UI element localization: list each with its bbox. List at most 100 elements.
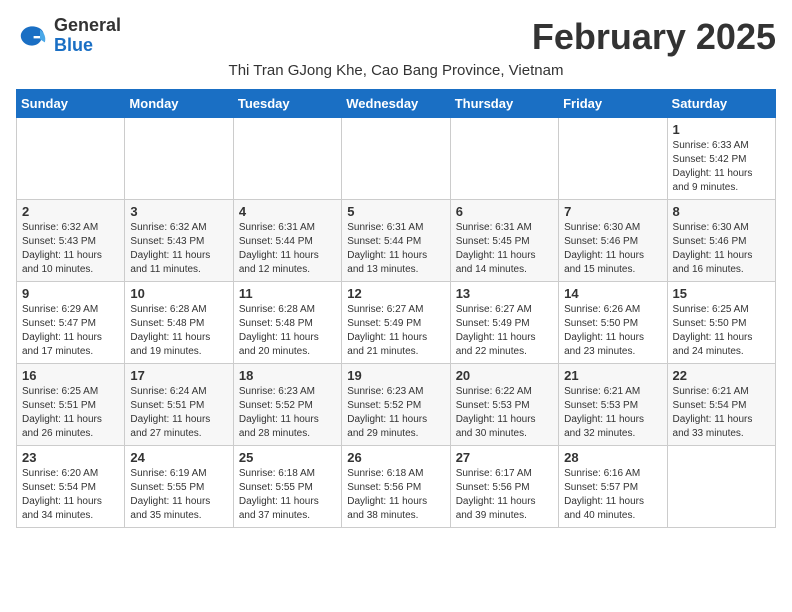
calendar-header-row: SundayMondayTuesdayWednesdayThursdayFrid…	[17, 90, 776, 118]
logo-icon	[16, 20, 48, 52]
day-info: Sunrise: 6:28 AM Sunset: 5:48 PM Dayligh…	[130, 303, 227, 359]
day-info: Sunrise: 6:22 AM Sunset: 5:53 PM Dayligh…	[456, 385, 553, 441]
day-info: Sunrise: 6:28 AM Sunset: 5:48 PM Dayligh…	[239, 303, 336, 359]
calendar-cell	[125, 118, 233, 200]
calendar-cell: 2 Sunrise: 6:32 AM Sunset: 5:43 PM Daylig…	[17, 200, 125, 282]
day-info: Sunrise: 6:19 AM Sunset: 5:55 PM Dayligh…	[130, 467, 227, 523]
calendar-cell: 18 Sunrise: 6:23 AM Sunset: 5:52 PM Dayli…	[233, 364, 341, 446]
day-info: Sunrise: 6:23 AM Sunset: 5:52 PM Dayligh…	[239, 385, 336, 441]
calendar-cell: 23Sunrise: 6:20 AM Sunset: 5:54 PM Dayli…	[17, 446, 125, 528]
column-header-saturday: Saturday	[667, 90, 775, 118]
day-info: Sunrise: 6:23 AM Sunset: 5:52 PM Dayligh…	[347, 385, 444, 441]
day-info: Sunrise: 6:25 AM Sunset: 5:50 PM Dayligh…	[673, 303, 770, 359]
calendar-cell	[342, 118, 450, 200]
calendar-week-row: 9 Sunrise: 6:29 AM Sunset: 5:47 PM Daylig…	[17, 282, 776, 364]
day-info: Sunrise: 6:30 AM Sunset: 5:46 PM Dayligh…	[673, 221, 770, 277]
calendar-cell: 17 Sunrise: 6:24 AM Sunset: 5:51 PM Dayli…	[125, 364, 233, 446]
column-header-monday: Monday	[125, 90, 233, 118]
calendar-table: SundayMondayTuesdayWednesdayThursdayFrid…	[16, 89, 776, 528]
calendar-cell: 16 Sunrise: 6:25 AM Sunset: 5:51 PM Dayli…	[17, 364, 125, 446]
calendar-cell	[450, 118, 558, 200]
day-number: 5	[347, 204, 444, 219]
day-info: Sunrise: 6:21 AM Sunset: 5:54 PM Dayligh…	[673, 385, 770, 441]
month-title: February 2025	[532, 16, 776, 58]
calendar-cell: 9 Sunrise: 6:29 AM Sunset: 5:47 PM Daylig…	[17, 282, 125, 364]
calendar-cell: 10 Sunrise: 6:28 AM Sunset: 5:48 PM Dayli…	[125, 282, 233, 364]
day-number: 20	[456, 368, 553, 383]
day-number: 25	[239, 450, 336, 465]
day-number: 19	[347, 368, 444, 383]
column-header-sunday: Sunday	[17, 90, 125, 118]
logo: General Blue	[16, 16, 121, 56]
logo-text: General Blue	[54, 16, 121, 56]
calendar-cell: 7 Sunrise: 6:30 AM Sunset: 5:46 PM Daylig…	[559, 200, 667, 282]
day-number: 9	[22, 286, 119, 301]
calendar-week-row: 2 Sunrise: 6:32 AM Sunset: 5:43 PM Daylig…	[17, 200, 776, 282]
calendar-week-row: 23Sunrise: 6:20 AM Sunset: 5:54 PM Dayli…	[17, 446, 776, 528]
day-number: 13	[456, 286, 553, 301]
day-info: Sunrise: 6:24 AM Sunset: 5:51 PM Dayligh…	[130, 385, 227, 441]
day-number: 6	[456, 204, 553, 219]
calendar-cell: 3 Sunrise: 6:32 AM Sunset: 5:43 PM Daylig…	[125, 200, 233, 282]
day-number: 23	[22, 450, 119, 465]
page-header: General Blue February 2025	[16, 16, 776, 58]
calendar-cell: 14Sunrise: 6:26 AM Sunset: 5:50 PM Dayli…	[559, 282, 667, 364]
calendar-cell: 15 Sunrise: 6:25 AM Sunset: 5:50 PM Dayli…	[667, 282, 775, 364]
day-info: Sunrise: 6:18 AM Sunset: 5:56 PM Dayligh…	[347, 467, 444, 523]
calendar-cell: 27 Sunrise: 6:17 AM Sunset: 5:56 PM Dayli…	[450, 446, 558, 528]
calendar-cell: 4 Sunrise: 6:31 AM Sunset: 5:44 PM Daylig…	[233, 200, 341, 282]
calendar-week-row: 16 Sunrise: 6:25 AM Sunset: 5:51 PM Dayli…	[17, 364, 776, 446]
day-info: Sunrise: 6:16 AM Sunset: 5:57 PM Dayligh…	[564, 467, 661, 523]
day-number: 17	[130, 368, 227, 383]
column-header-thursday: Thursday	[450, 90, 558, 118]
day-info: Sunrise: 6:27 AM Sunset: 5:49 PM Dayligh…	[347, 303, 444, 359]
day-info: Sunrise: 6:25 AM Sunset: 5:51 PM Dayligh…	[22, 385, 119, 441]
day-number: 24	[130, 450, 227, 465]
calendar-week-row: 1Sunrise: 6:33 AM Sunset: 5:42 PM Daylig…	[17, 118, 776, 200]
day-number: 27	[456, 450, 553, 465]
day-number: 11	[239, 286, 336, 301]
calendar-cell: 28 Sunrise: 6:16 AM Sunset: 5:57 PM Dayli…	[559, 446, 667, 528]
day-number: 2	[22, 204, 119, 219]
calendar-cell: 25 Sunrise: 6:18 AM Sunset: 5:55 PM Dayli…	[233, 446, 341, 528]
day-number: 18	[239, 368, 336, 383]
column-header-wednesday: Wednesday	[342, 90, 450, 118]
day-info: Sunrise: 6:17 AM Sunset: 5:56 PM Dayligh…	[456, 467, 553, 523]
calendar-cell: 26Sunrise: 6:18 AM Sunset: 5:56 PM Dayli…	[342, 446, 450, 528]
day-number: 15	[673, 286, 770, 301]
day-info: Sunrise: 6:31 AM Sunset: 5:45 PM Dayligh…	[456, 221, 553, 277]
day-info: Sunrise: 6:30 AM Sunset: 5:46 PM Dayligh…	[564, 221, 661, 277]
calendar-cell	[667, 446, 775, 528]
calendar-cell: 12Sunrise: 6:27 AM Sunset: 5:49 PM Dayli…	[342, 282, 450, 364]
column-header-tuesday: Tuesday	[233, 90, 341, 118]
day-info: Sunrise: 6:21 AM Sunset: 5:53 PM Dayligh…	[564, 385, 661, 441]
subtitle: Thi Tran GJong Khe, Cao Bang Province, V…	[16, 62, 776, 79]
day-info: Sunrise: 6:31 AM Sunset: 5:44 PM Dayligh…	[347, 221, 444, 277]
calendar-cell: 1Sunrise: 6:33 AM Sunset: 5:42 PM Daylig…	[667, 118, 775, 200]
day-number: 3	[130, 204, 227, 219]
calendar-cell: 8 Sunrise: 6:30 AM Sunset: 5:46 PM Daylig…	[667, 200, 775, 282]
day-info: Sunrise: 6:18 AM Sunset: 5:55 PM Dayligh…	[239, 467, 336, 523]
day-number: 10	[130, 286, 227, 301]
day-info: Sunrise: 6:29 AM Sunset: 5:47 PM Dayligh…	[22, 303, 119, 359]
day-info: Sunrise: 6:32 AM Sunset: 5:43 PM Dayligh…	[22, 221, 119, 277]
day-number: 16	[22, 368, 119, 383]
day-number: 7	[564, 204, 661, 219]
day-number: 21	[564, 368, 661, 383]
day-number: 1	[673, 122, 770, 137]
calendar-cell: 5 Sunrise: 6:31 AM Sunset: 5:44 PM Daylig…	[342, 200, 450, 282]
day-info: Sunrise: 6:32 AM Sunset: 5:43 PM Dayligh…	[130, 221, 227, 277]
day-number: 8	[673, 204, 770, 219]
column-header-friday: Friday	[559, 90, 667, 118]
day-number: 4	[239, 204, 336, 219]
calendar-cell	[559, 118, 667, 200]
calendar-cell: 13Sunrise: 6:27 AM Sunset: 5:49 PM Dayli…	[450, 282, 558, 364]
day-info: Sunrise: 6:31 AM Sunset: 5:44 PM Dayligh…	[239, 221, 336, 277]
calendar-cell: 19 Sunrise: 6:23 AM Sunset: 5:52 PM Dayli…	[342, 364, 450, 446]
day-number: 28	[564, 450, 661, 465]
calendar-cell: 11 Sunrise: 6:28 AM Sunset: 5:48 PM Dayli…	[233, 282, 341, 364]
calendar-cell: 22Sunrise: 6:21 AM Sunset: 5:54 PM Dayli…	[667, 364, 775, 446]
day-number: 14	[564, 286, 661, 301]
calendar-cell: 21 Sunrise: 6:21 AM Sunset: 5:53 PM Dayli…	[559, 364, 667, 446]
calendar-cell	[233, 118, 341, 200]
